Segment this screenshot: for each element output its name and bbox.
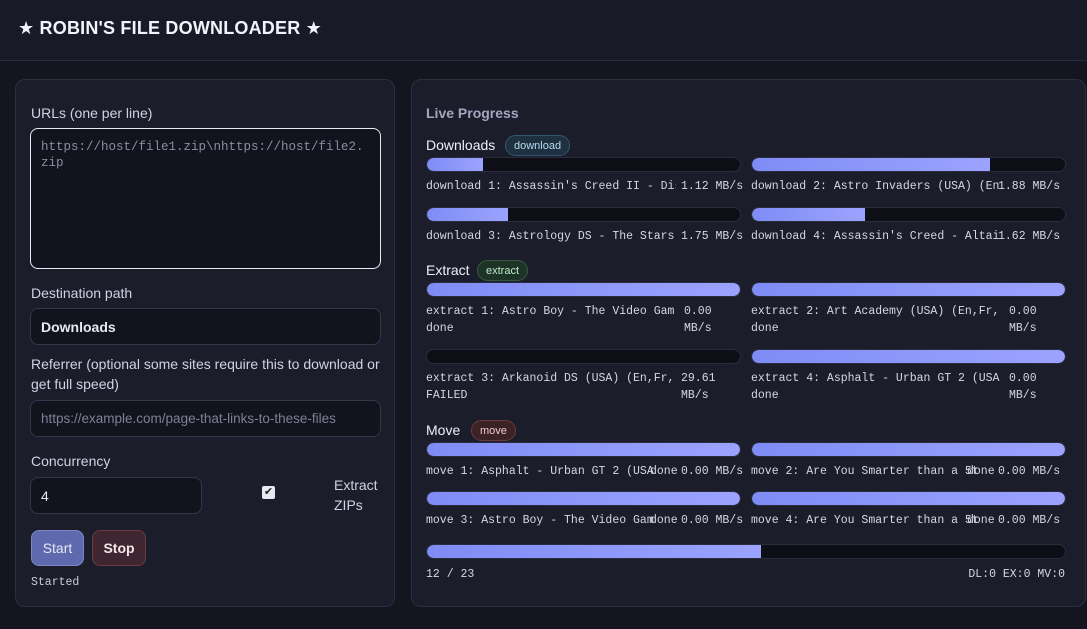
progress-fill [752,350,1065,363]
extract-badge: extract [477,260,529,281]
referrer-input[interactable] [30,400,381,437]
move-item-state: done [967,514,995,527]
progress-bar [426,207,741,222]
concurrency-label: Concurrency [31,453,111,469]
progress-bar [751,349,1066,364]
progress-fill [427,443,740,456]
download-item-speed: 1.12 MB/s [681,180,744,193]
concurrency-input[interactable] [30,477,202,514]
download-item-speed: 1.75 MB/s [681,230,744,243]
download-item-name: download 4: Assassin's Creed - Altair [751,230,1001,243]
extract-item-name: extract 2: Art Academy (USA) (En,Fr, [751,305,1000,318]
urls-textarea[interactable] [30,128,381,269]
extract-item-state: FAILED [426,389,468,402]
extract-item-name: extract 3: Arkanoid DS (USA) (En,Fr, [426,372,675,385]
progress-fill [752,158,990,171]
progress-bar [426,157,741,172]
progress-bar [426,349,741,364]
extract-item-speed: 0.00 MB/s [1009,372,1037,402]
overall-progress-bar [426,544,1066,559]
extract-item-name: extract 4: Asphalt - Urban GT 2 (USA [751,372,1000,385]
progress-bar [751,207,1066,222]
settings-panel: URLs (one per line) Destination path Ref… [15,79,395,607]
progress-fill [427,492,740,505]
move-item-speed: 0.00 MB/s [681,465,744,478]
progress-panel: Live Progress Downloads download downloa… [411,79,1086,607]
stop-button[interactable]: Stop [92,530,146,566]
move-item-speed: 0.00 MB/s [998,514,1061,527]
app-title: ★ ROBIN'S FILE DOWNLOADER ★ [18,18,322,38]
download-item-name: download 1: Assassin's Creed II - Dis [426,180,676,193]
extract-item-speed: 0.00 MB/s [684,305,712,335]
progress-bar [751,491,1066,506]
extract-zips-checkbox[interactable]: ✔ [262,486,275,499]
progress-bar [751,442,1066,457]
extract-zips-label-text: Extract ZIPs [334,477,378,513]
destination-input[interactable] [30,308,381,345]
referrer-label: Referrer (optional some sites require th… [31,356,380,392]
extract-zips-label: Extract ZIPs [334,475,384,515]
urls-label: URLs (one per line) [31,105,153,121]
move-item-state: done [650,465,678,478]
move-item-state: done [967,465,995,478]
live-progress-title: Live Progress [426,105,519,121]
move-item-name: move 4: Are You Smarter than a 5t [751,514,979,527]
move-item-state: done [650,514,678,527]
progress-bar [426,442,741,457]
downloads-section-title: Downloads [426,137,496,153]
progress-bar [751,157,1066,172]
download-item-name: download 3: Astrology DS - The Stars [426,230,675,243]
extract-item-speed: 29.61 MB/s [681,372,716,402]
progress-fill [427,283,740,296]
progress-fill [752,492,1065,505]
download-item-speed: 1.62 MB/s [998,230,1061,243]
extract-section-title: Extract [426,262,470,278]
move-section-title: Move [426,422,461,438]
move-badge: move [471,420,516,441]
move-item-speed: 0.00 MB/s [998,465,1061,478]
progress-fill [752,208,865,221]
extract-item-state: done [751,322,779,335]
extract-item-state: done [426,322,454,335]
progress-fill [427,158,484,171]
overall-counters: DL:0 EX:0 MV:0 [968,568,1065,581]
app-header: ★ ROBIN'S FILE DOWNLOADER ★ [0,0,1087,61]
move-item-name: move 2: Are You Smarter than a 5t [751,465,979,478]
download-badge: download [505,135,571,156]
move-item-speed: 0.00 MB/s [681,514,744,527]
download-item-name: download 2: Astro Invaders (USA) (En, [751,180,1001,193]
progress-bar [426,491,741,506]
destination-label: Destination path [31,285,133,301]
progress-bar [751,282,1066,297]
start-button[interactable]: Start [31,530,84,566]
extract-item-name: extract 1: Astro Boy - The Video Gam [426,305,675,318]
overall-count: 12 / 23 [426,568,475,581]
progress-fill [752,283,1065,296]
extract-item-speed: 0.00 MB/s [1009,305,1037,335]
download-item-speed: 1.88 MB/s [998,180,1061,193]
move-item-name: move 3: Astro Boy - The Video Gam [426,514,654,527]
status-text: Started [31,576,80,589]
move-item-name: move 1: Asphalt - Urban GT 2 (USA [426,465,654,478]
progress-bar [426,282,741,297]
overall-progress-fill [427,545,761,558]
progress-fill [427,208,509,221]
extract-item-state: done [751,389,779,402]
progress-fill [752,443,1065,456]
